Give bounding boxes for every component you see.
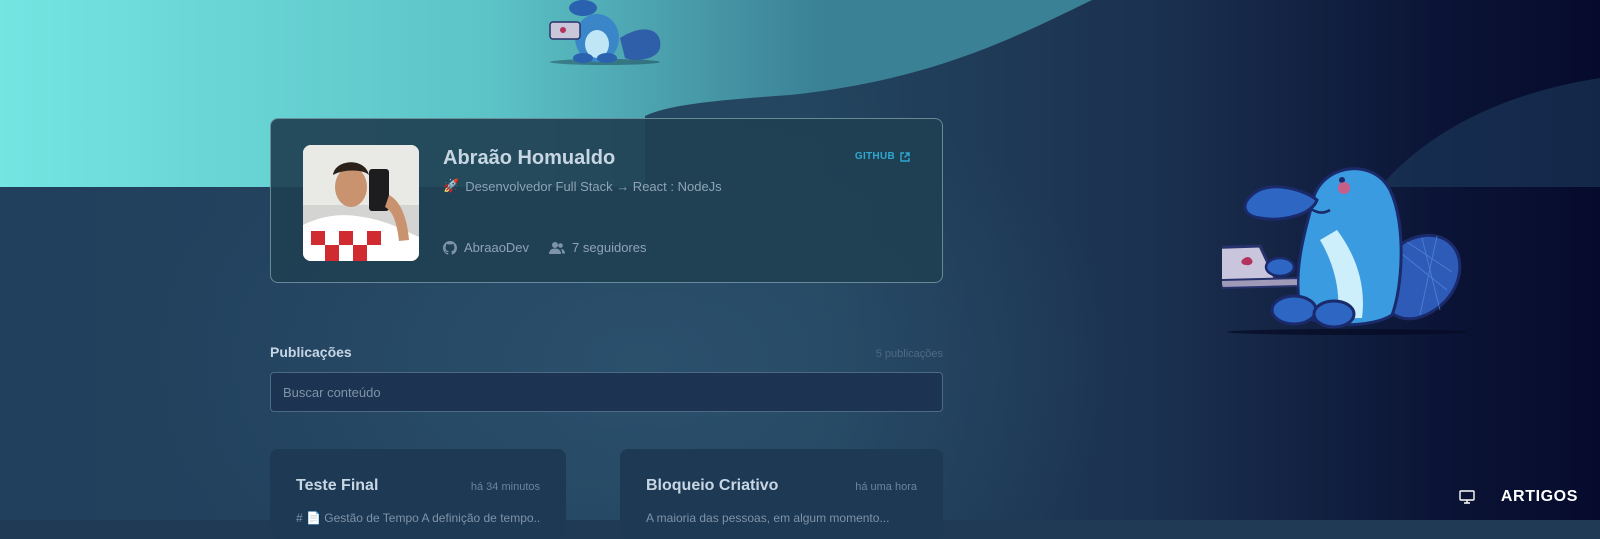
- post-card[interactable]: Teste Final há 34 minutos # 📄 Gestão de …: [270, 449, 566, 539]
- github-icon: [443, 240, 457, 255]
- post-header: Teste Final há 34 minutos: [296, 477, 540, 495]
- post-time: há 34 minutos: [470, 481, 540, 493]
- platypus-mascot-small: [549, 0, 661, 65]
- followers-text: 7 seguidores: [572, 240, 647, 255]
- profile-name: Abraão Homualdo: [443, 147, 616, 169]
- articles-label: ARTIGOS: [1500, 488, 1578, 505]
- publications-title: Publicações: [270, 344, 352, 360]
- avatar: [303, 145, 419, 261]
- rocket-icon: 🚀: [443, 178, 460, 193]
- platypus-mascot-large: [1222, 167, 1467, 335]
- users-icon: [549, 241, 566, 254]
- publications-header: Publicações 5 publicações: [270, 344, 943, 360]
- post-title: Teste Final: [296, 477, 379, 494]
- profile-meta: AbraaoDev 7 seguidores: [443, 240, 647, 255]
- post-card[interactable]: Bloqueio Criativo há uma hora A maioria …: [620, 449, 943, 539]
- search-input[interactable]: [270, 372, 943, 412]
- monitor-icon: [1459, 490, 1475, 504]
- github-username: AbraaoDev: [443, 240, 529, 255]
- post-header: Bloqueio Criativo há uma hora: [646, 477, 917, 495]
- profile-bio: 🚀 Desenvolvedor Full Stack → React : Nod…: [443, 178, 722, 194]
- external-link-icon: [900, 151, 910, 162]
- publications-count: 5 publicações: [875, 348, 943, 360]
- post-title: Bloqueio Criativo: [646, 477, 779, 494]
- articles-nav-link[interactable]: ARTIGOS: [1459, 488, 1578, 506]
- profile-bio-text: Desenvolvedor Full Stack → React : NodeJ…: [465, 178, 722, 194]
- post-excerpt: A maioria das pessoas, em algum momento.…: [646, 511, 890, 525]
- username-text: AbraaoDev: [464, 240, 530, 255]
- followers-count: 7 seguidores: [549, 240, 647, 255]
- github-link-label: GITHUB: [854, 151, 895, 162]
- post-time: há uma hora: [855, 481, 917, 493]
- github-link[interactable]: GITHUB: [855, 151, 910, 162]
- post-excerpt: # 📄 Gestão de Tempo A definição de tempo…: [296, 511, 540, 525]
- profile-card: Abraão Homualdo 🚀 Desenvolvedor Full Sta…: [270, 118, 943, 283]
